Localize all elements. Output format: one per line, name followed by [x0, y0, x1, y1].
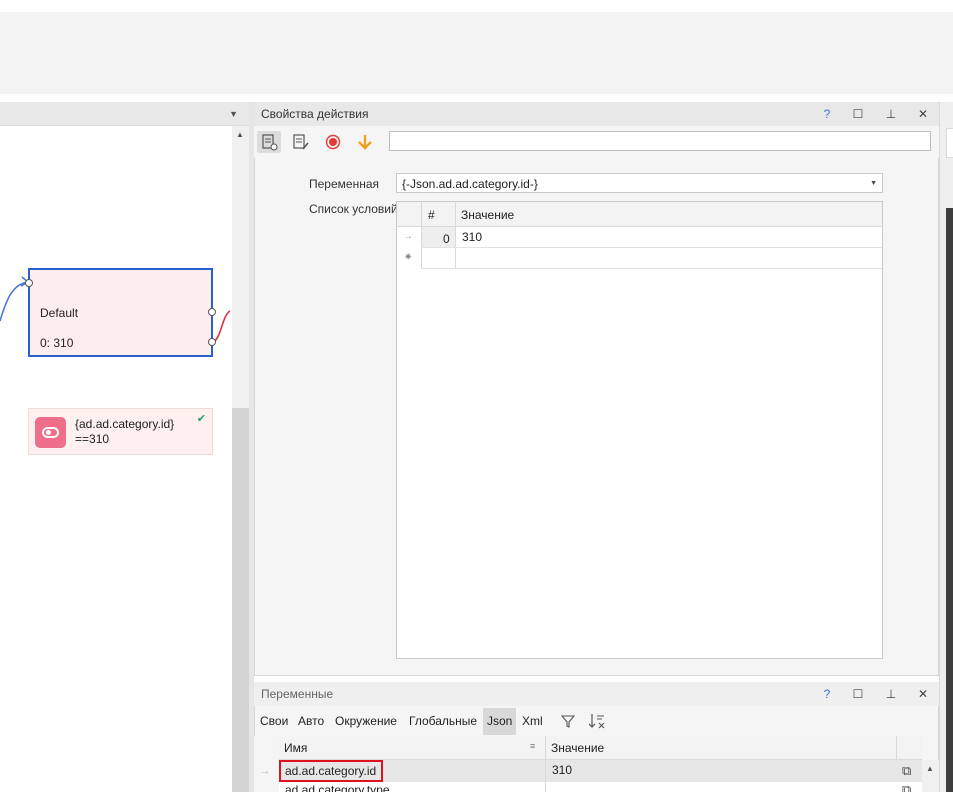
properties-titlebar: Свойства действия ? ☐ ⊥ ✕: [254, 102, 939, 126]
copy-icon[interactable]: ⧉: [902, 763, 911, 779]
row-num-cell-bg: [422, 227, 455, 248]
dock-panel-edge: [946, 208, 953, 792]
toggle-icon: [35, 417, 66, 448]
table-row[interactable]: ad.ad.category.type ⧉: [279, 782, 922, 792]
tab-global[interactable]: Глобальные: [405, 708, 481, 735]
variables-pin-button[interactable]: ⊥: [883, 686, 899, 702]
record-button[interactable]: [321, 131, 345, 153]
record-icon: [325, 134, 341, 150]
row-divider: [421, 247, 882, 248]
canvas-scrollbar[interactable]: ▲: [232, 126, 249, 792]
scroll-up-icon[interactable]: ▲: [926, 764, 934, 773]
properties-title: Свойства действия: [261, 107, 369, 121]
variable-select[interactable]: {-Json.ad.ad.category.id-} ▼: [396, 173, 883, 193]
column-value-header[interactable]: Значение: [461, 208, 514, 222]
variables-row-markers: →: [254, 736, 279, 792]
project-canvas[interactable]: [0, 126, 232, 792]
variable-select-value: {-Json.ad.ad.category.id-}: [402, 177, 538, 191]
right-dock-edge: [939, 102, 953, 792]
properties-toolbar: [254, 126, 939, 158]
variables-maximize-button[interactable]: ☐: [850, 686, 866, 702]
cell-divider: [545, 782, 546, 792]
move-down-button[interactable]: [353, 131, 377, 153]
sort-clear-icon: [588, 714, 605, 729]
settings-list-icon: [262, 134, 278, 151]
row-divider: [421, 268, 882, 269]
switch-action-node[interactable]: Default 0: 310: [25, 268, 216, 357]
conditions-label: Список условий: [309, 202, 398, 216]
edit-list-icon: [293, 134, 309, 150]
edit-list-button[interactable]: [289, 131, 313, 153]
settings-list-button[interactable]: [257, 131, 281, 153]
row-indicator-icon: →: [403, 231, 413, 242]
variable-value-cell[interactable]: 310: [552, 763, 572, 777]
tab-auto[interactable]: Авто: [294, 708, 328, 735]
conditions-grid[interactable]: # Значение → 0 310 ✷: [396, 201, 883, 659]
header-divider: [545, 736, 546, 760]
tab-own[interactable]: Свои: [256, 708, 292, 735]
copy-icon[interactable]: ⧉: [902, 782, 911, 792]
variables-close-button[interactable]: ✕: [915, 686, 931, 702]
pin-button[interactable]: ⊥: [883, 106, 899, 122]
grid-header: # Значение: [397, 202, 882, 227]
variable-label: Переменная: [309, 177, 379, 191]
canvas-header: ▼: [0, 102, 250, 126]
highlight-box: [279, 760, 383, 782]
new-row-icon: ✷: [404, 252, 413, 263]
row-value-cell[interactable]: 310: [462, 230, 482, 244]
connection-lines: [0, 276, 231, 344]
input-port[interactable]: [25, 279, 33, 287]
check-icon: ✔: [196, 413, 206, 425]
window-top-strip: [0, 0, 953, 12]
variables-grid-header: Имя ≡ Значение: [279, 736, 922, 760]
sort-clear-button[interactable]: [584, 708, 610, 735]
outgoing-connection: [212, 310, 231, 344]
incoming-connection: [0, 281, 29, 322]
help-button[interactable]: ?: [819, 106, 835, 122]
down-arrow-icon: [358, 135, 372, 150]
tab-xml[interactable]: Xml: [518, 708, 547, 735]
ribbon-area: [0, 12, 953, 94]
header-divider: [896, 736, 897, 760]
filter-icon: [560, 715, 576, 728]
sort-icon[interactable]: ≡: [530, 741, 535, 751]
dock-tab[interactable]: [946, 128, 953, 158]
variables-tabs: Свои Авто Окружение Глобальные Json Xml: [254, 708, 939, 735]
node-title: Default: [40, 306, 79, 320]
variables-titlebar: Переменные ? ☐ ⊥ ✕: [254, 682, 939, 706]
current-row-icon: →: [260, 766, 270, 777]
tab-environment[interactable]: Окружение: [331, 708, 401, 735]
action-search-input[interactable]: [389, 131, 931, 151]
filter-button[interactable]: [557, 708, 579, 735]
output-port-default[interactable]: [208, 308, 216, 316]
variables-scrollbar[interactable]: ▲: [922, 760, 939, 792]
column-num-header[interactable]: #: [428, 208, 435, 222]
column-name-header[interactable]: Имя: [284, 741, 307, 755]
canvas-dropdown-icon[interactable]: ▼: [229, 109, 238, 119]
condition-variable: {ad.ad.category.id}: [75, 417, 175, 431]
condition-node[interactable]: {ad.ad.category.id} ==310 ✔: [28, 408, 213, 455]
node-case: 0: 310: [40, 336, 74, 350]
condition-expression: ==310: [75, 432, 110, 446]
close-button[interactable]: ✕: [915, 106, 931, 122]
output-port-case[interactable]: [208, 338, 216, 346]
maximize-button[interactable]: ☐: [850, 106, 866, 122]
variable-name-cell[interactable]: ad.ad.category.type: [285, 783, 390, 792]
ribbon-gap: [0, 94, 953, 102]
scroll-up-icon[interactable]: ▲: [236, 130, 244, 139]
column-value-header[interactable]: Значение: [551, 741, 604, 755]
variables-title: Переменные: [261, 687, 334, 701]
cell-divider: [545, 760, 546, 782]
variables-help-button[interactable]: ?: [819, 686, 835, 702]
chevron-down-icon[interactable]: ▼: [870, 180, 877, 187]
tab-json[interactable]: Json: [483, 708, 517, 735]
grid-divider: [455, 202, 456, 269]
scroll-thumb[interactable]: [232, 408, 249, 792]
row-num-cell: 0: [443, 232, 450, 246]
